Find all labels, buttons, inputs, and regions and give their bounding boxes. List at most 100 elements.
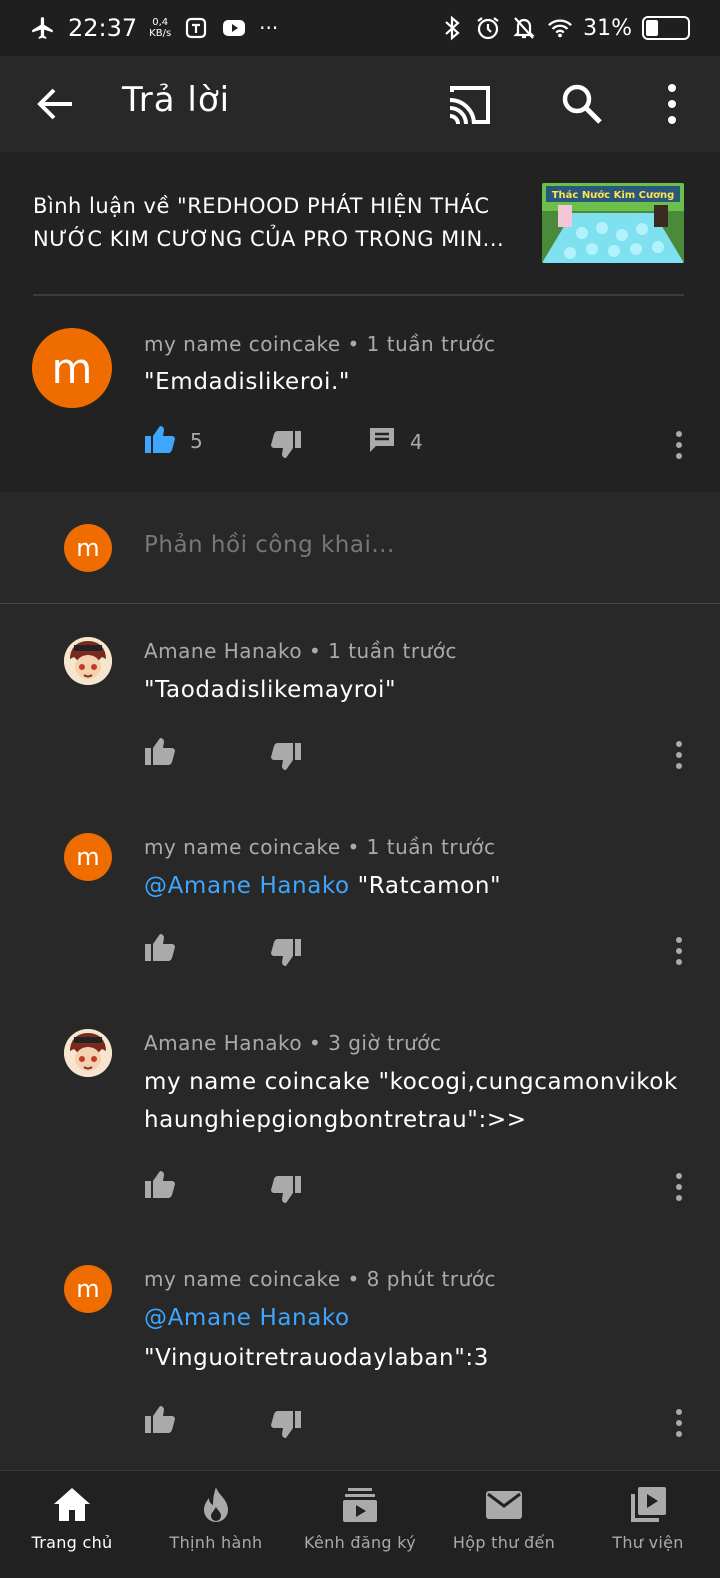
meta-separator: • [308, 1031, 329, 1055]
comment-time: 8 phút trước [366, 1267, 496, 1291]
like-icon[interactable] [144, 1404, 176, 1438]
comment-author[interactable]: my name coincake [144, 1267, 341, 1291]
avatar[interactable] [64, 1029, 112, 1077]
like-icon[interactable] [144, 1169, 176, 1203]
like-count: 5 [190, 429, 203, 453]
comment-author[interactable]: Amane Hanako [144, 1031, 302, 1055]
video-caption: Bình luận về "REDHOOD PHÁT HIỆN THÁC NƯỚ… [33, 194, 505, 251]
comment-author[interactable]: my name coincake [144, 835, 341, 859]
comment-menu-icon[interactable] [674, 936, 684, 966]
cast-icon[interactable] [446, 82, 492, 128]
battery-level [646, 20, 658, 36]
nav-home[interactable]: Trang chủ [0, 1471, 144, 1578]
comment-text: @Amane Hanako "Ratcamon" [144, 868, 501, 904]
main-comment: m my name coincake • 1 tuần trước "Emdad… [0, 296, 720, 492]
mention-link[interactable]: @Amane Hanako [144, 873, 350, 899]
video-header[interactable]: Bình luận về "REDHOOD PHÁT HIỆN THÁC NƯỚ… [0, 152, 720, 296]
avatar: m [64, 524, 112, 572]
thumbnail-title: Thác Nước Kim Cương [552, 189, 675, 201]
youtube-notification-icon [221, 15, 247, 41]
comment-author[interactable]: Amane Hanako [144, 639, 302, 663]
back-arrow-icon[interactable] [36, 84, 76, 124]
dislike-icon[interactable] [270, 1175, 302, 1209]
like-button[interactable]: 5 [144, 424, 203, 458]
comment-author[interactable]: my name coincake [144, 332, 341, 356]
meta-separator: • [308, 639, 329, 663]
nav-label: Thịnh hành [169, 1533, 263, 1552]
airplane-mode-icon [30, 15, 56, 41]
wifi-icon [547, 15, 573, 41]
network-speed-unit: KB/s [149, 28, 172, 39]
nav-label: Trang chủ [31, 1533, 113, 1552]
nav-label: Thư viện [612, 1533, 684, 1552]
nav-label: Hộp thư đến [452, 1533, 556, 1552]
comment-text-line-1: my name coincake "kocogi,cungcamonvikok [144, 1069, 678, 1095]
dislike-icon[interactable] [270, 938, 302, 972]
battery-percent: 31% [583, 15, 632, 41]
comment-meta: my name coincake • 8 phút trước [144, 1267, 496, 1291]
avatar[interactable]: m [64, 1265, 112, 1313]
reply-count-button[interactable]: 4 [368, 426, 423, 458]
comment-meta: my name coincake • 1 tuần trước [144, 332, 496, 356]
reply-input-placeholder[interactable]: Phản hồi công khai... [144, 532, 395, 558]
reply-divider [0, 603, 720, 604]
network-speed: 0,4 KB/s [149, 17, 171, 39]
like-icon[interactable] [144, 932, 176, 966]
meta-separator: • [347, 835, 367, 859]
battery-icon [642, 16, 690, 40]
comment-menu-icon[interactable] [674, 740, 684, 770]
nav-subscriptions[interactable]: Kênh đăng ký [288, 1471, 432, 1578]
bluetooth-icon [439, 15, 465, 41]
trending-icon [196, 1485, 236, 1525]
comment-time: 1 tuần trước [328, 639, 457, 663]
comment-meta: Amane Hanako • 3 giờ trước [144, 1031, 442, 1055]
nav-label: Kênh đăng ký [303, 1533, 416, 1552]
dislike-icon[interactable] [270, 742, 302, 776]
avatar[interactable]: m [64, 833, 112, 881]
nav-trending[interactable]: Thịnh hành [144, 1471, 288, 1578]
bottom-navigation: Trang chủ Thịnh hành Kênh đăng ký Hộp th… [0, 1470, 720, 1578]
do-not-disturb-icon [511, 15, 537, 41]
app-notification-icon [183, 15, 209, 41]
app-bar: Trả lời [0, 56, 720, 152]
nav-library[interactable]: Thư viện [576, 1471, 720, 1578]
comment-icon [368, 426, 396, 458]
meta-separator: • [347, 1267, 367, 1291]
status-bar: 22:37 0,4 KB/s ··· 31% [0, 0, 720, 56]
library-icon [628, 1485, 668, 1525]
page-title: Trả lời [122, 80, 231, 120]
reply-count: 4 [410, 430, 423, 454]
avatar[interactable] [64, 637, 112, 685]
meta-separator: • [347, 332, 367, 356]
comment-menu-icon[interactable] [674, 1172, 684, 1202]
network-speed-value: 0,4 [152, 17, 169, 28]
comment-meta: Amane Hanako • 1 tuần trước [144, 639, 457, 663]
comment-menu-icon[interactable] [674, 1408, 684, 1438]
comment-text: "Vinguoitretrauodaylaban":3 [144, 1345, 489, 1371]
clock: 22:37 [68, 14, 138, 42]
reply-input-row[interactable]: m Phản hồi công khai... [0, 492, 720, 604]
alarm-icon [475, 15, 501, 41]
comment-text: "Emdadislikeroi." [144, 369, 351, 395]
like-icon[interactable] [144, 736, 176, 770]
comment-menu-icon[interactable] [674, 430, 684, 460]
home-icon [52, 1485, 92, 1525]
thumbs-up-filled-icon [144, 424, 176, 458]
more-options-icon[interactable] [660, 82, 684, 126]
comment-body: "Ratcamon" [349, 873, 502, 899]
dislike-button[interactable] [270, 430, 302, 464]
dislike-icon[interactable] [270, 1410, 302, 1444]
nav-inbox[interactable]: Hộp thư đến [432, 1471, 576, 1578]
comment-time: 1 tuần trước [366, 835, 496, 859]
search-icon[interactable] [560, 82, 604, 126]
comment-text: "Taodadislikemayroi" [144, 677, 397, 703]
comment-time: 3 giờ trước [328, 1031, 442, 1055]
subscriptions-icon [340, 1485, 380, 1525]
mention-link[interactable]: @Amane Hanako [144, 1300, 350, 1336]
thumbs-down-icon [270, 430, 302, 464]
comment-text-line-2: haunghiepgiongbontretrau":>> [144, 1107, 527, 1133]
comment-time: 1 tuần trước [366, 332, 496, 356]
avatar[interactable]: m [32, 328, 112, 408]
video-thumbnail[interactable]: Thác Nước Kim Cương [542, 183, 684, 263]
comment-meta: my name coincake • 1 tuần trước [144, 835, 496, 859]
